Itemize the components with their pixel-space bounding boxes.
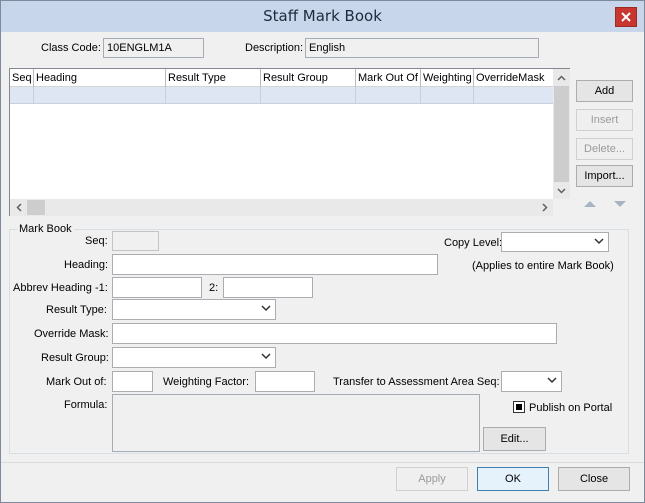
chevron-down-icon	[557, 187, 566, 194]
scroll-corner	[553, 199, 570, 216]
column-header-override-mask[interactable]: OverrideMask	[474, 69, 553, 87]
horizontal-scrollbar[interactable]	[10, 199, 553, 216]
seq-field	[112, 231, 159, 251]
column-header-result-group[interactable]: Result Group	[261, 69, 356, 87]
table-row[interactable]	[10, 87, 553, 104]
publish-on-portal-checkbox[interactable]	[513, 401, 525, 413]
scroll-up-arrow[interactable]	[553, 69, 570, 86]
vertical-scrollbar[interactable]	[553, 69, 570, 199]
column-header-seq[interactable]: Seq	[10, 69, 34, 87]
delete-button[interactable]: Delete...	[576, 138, 633, 160]
staff-mark-book-window: Staff Mark Book Class Code: 10ENGLM1A De…	[0, 0, 645, 503]
scroll-left-arrow[interactable]	[10, 199, 27, 216]
override-mask-label: Override Mask:	[34, 328, 109, 340]
class-code-field: 10ENGLM1A	[103, 38, 204, 58]
description-field: English	[305, 38, 539, 58]
result-group-select[interactable]	[112, 347, 276, 368]
add-button[interactable]: Add	[576, 80, 633, 102]
scroll-right-arrow[interactable]	[536, 199, 553, 216]
formula-field	[112, 394, 480, 452]
abbrev-heading-2-label: 2:	[209, 282, 219, 294]
import-button[interactable]: Import...	[576, 165, 633, 187]
transfer-seq-label: Transfer to Assessment Area Seq:	[333, 376, 500, 388]
copy-level-label: Copy Level:	[444, 237, 503, 249]
edit-formula-button[interactable]: Edit...	[483, 427, 546, 451]
publish-on-portal-label[interactable]: Publish on Portal	[529, 401, 612, 415]
apply-button[interactable]: Apply	[396, 467, 468, 491]
column-header-mark-out-of[interactable]: Mark Out Of	[356, 69, 421, 87]
mark-book-grid[interactable]: Seq Heading Result Type Result Group Mar…	[9, 68, 570, 216]
abbrev-heading-2-input[interactable]	[223, 277, 313, 298]
description-label: Description:	[245, 42, 304, 54]
chevron-down-icon	[547, 377, 557, 384]
seq-label: Seq:	[85, 235, 108, 247]
move-down-button[interactable]	[607, 194, 633, 214]
close-window-button[interactable]	[615, 7, 637, 27]
chevron-down-icon	[261, 305, 271, 312]
result-type-label: Result Type:	[46, 304, 107, 316]
cell-weighting[interactable]	[421, 87, 474, 104]
formula-label: Formula:	[64, 399, 108, 411]
mark-book-group-title: Mark Book	[17, 223, 74, 236]
transfer-seq-select[interactable]	[501, 371, 562, 392]
heading-label: Heading:	[64, 259, 109, 271]
result-type-select[interactable]	[112, 299, 276, 320]
cell-mark-out-of[interactable]	[356, 87, 421, 104]
heading-input[interactable]	[112, 254, 438, 275]
column-header-heading[interactable]: Heading	[34, 69, 166, 87]
copy-level-select[interactable]	[501, 232, 609, 252]
insert-button[interactable]: Insert	[576, 109, 633, 131]
cell-override-mask[interactable]	[474, 87, 553, 104]
chevron-down-icon	[594, 238, 604, 245]
mark-out-of-label: Mark Out of:	[46, 376, 107, 388]
abbrev-heading-label: Abbrev Heading -1:	[13, 282, 108, 294]
close-button[interactable]: Close	[558, 467, 630, 491]
cell-result-group[interactable]	[261, 87, 356, 104]
arrow-down-icon	[614, 201, 626, 207]
checkbox-checked-mark	[516, 404, 522, 410]
column-header-weighting[interactable]: Weighting	[421, 69, 474, 87]
window-title: Staff Mark Book	[263, 7, 382, 25]
chevron-right-icon	[541, 203, 548, 212]
cell-result-type[interactable]	[166, 87, 261, 104]
result-group-label: Result Group:	[41, 352, 109, 364]
override-mask-input[interactable]	[112, 323, 557, 344]
class-code-label: Class Code:	[41, 42, 101, 54]
column-header-result-type[interactable]: Result Type	[166, 69, 261, 87]
mark-out-of-input[interactable]	[112, 371, 153, 392]
cell-seq[interactable]	[10, 87, 34, 104]
cell-heading[interactable]	[34, 87, 166, 104]
arrow-up-icon	[584, 201, 596, 207]
ok-button[interactable]: OK	[477, 467, 549, 491]
abbrev-heading-1-input[interactable]	[112, 277, 202, 298]
title-bar[interactable]: Staff Mark Book	[1, 1, 644, 32]
weighting-factor-input[interactable]	[255, 371, 315, 392]
horizontal-scroll-thumb[interactable]	[27, 200, 45, 215]
close-icon	[621, 12, 631, 22]
weighting-factor-label: Weighting Factor:	[163, 376, 250, 388]
chevron-down-icon	[261, 353, 271, 360]
scroll-down-arrow[interactable]	[553, 182, 570, 199]
copy-level-note: (Applies to entire Mark Book)	[472, 260, 614, 272]
move-up-button[interactable]	[577, 194, 603, 214]
vertical-scroll-thumb[interactable]	[554, 86, 569, 182]
grid-header: Seq Heading Result Type Result Group Mar…	[10, 69, 553, 87]
chevron-left-icon	[15, 203, 22, 212]
chevron-up-icon	[557, 74, 566, 81]
